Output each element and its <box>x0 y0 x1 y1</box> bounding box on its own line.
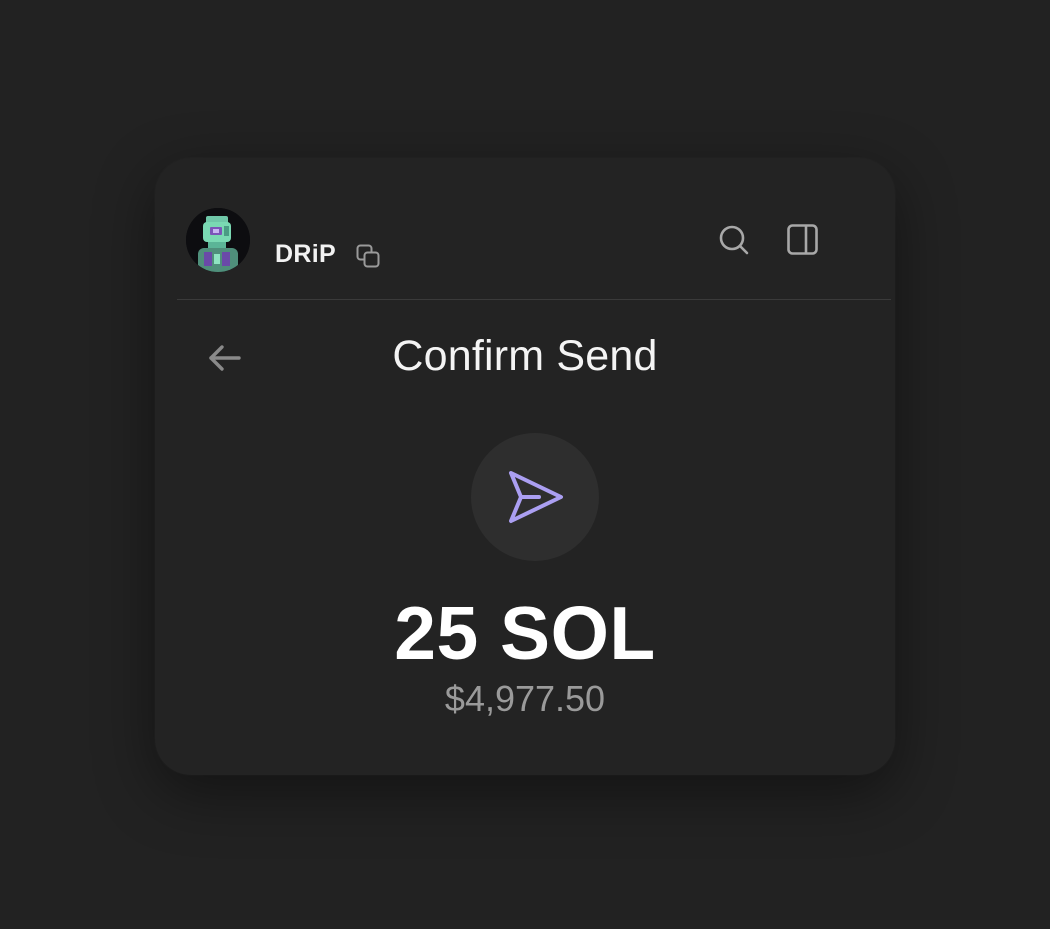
search-icon[interactable] <box>716 222 752 258</box>
fiat-value: $4,977.50 <box>444 678 606 719</box>
sidebar-panel-icon[interactable] <box>785 222 821 258</box>
avatar[interactable] <box>186 208 250 272</box>
wallet-name[interactable]: DRiP <box>275 240 336 269</box>
avatar-image <box>186 208 250 272</box>
copy-icon[interactable] <box>354 242 384 272</box>
send-icon-badge <box>471 433 599 561</box>
confirm-send-card: DRiP Confirm Send 25 SOL $4,977.50 <box>155 158 895 775</box>
send-amount: 25 SOL <box>394 591 656 675</box>
paper-plane-icon <box>509 471 563 523</box>
wallet-header <box>177 158 891 300</box>
page-title: Confirm Send <box>392 332 658 380</box>
